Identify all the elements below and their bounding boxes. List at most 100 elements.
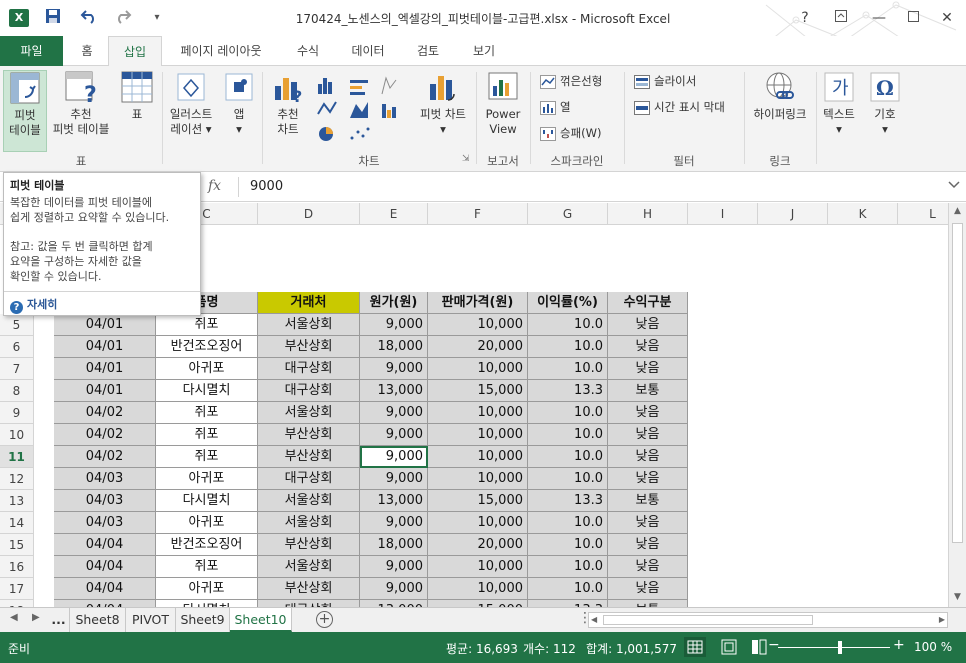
column-header-i[interactable]: I [688, 203, 758, 225]
cell-cost[interactable]: 13,000 [360, 490, 428, 512]
column-header-l[interactable]: L [898, 203, 948, 225]
cell-cost[interactable]: 9,000 [360, 314, 428, 336]
row-header[interactable]: 7 [0, 358, 34, 380]
cell-margin[interactable]: 10.0 [528, 468, 608, 490]
cell-cost[interactable]: 13,000 [360, 600, 428, 607]
table-button[interactable]: 표 [116, 70, 158, 152]
tab-page-layout[interactable]: 페이지 레이아웃 [168, 36, 274, 66]
cell-price[interactable]: 10,000 [428, 314, 528, 336]
recommended-charts-button[interactable]: ? 추천 차트 [266, 70, 310, 152]
apps-button[interactable]: 앱 ▾ [220, 70, 258, 152]
cell-cost[interactable]: 9,000 [360, 358, 428, 380]
scroll-down-icon[interactable]: ▼ [949, 589, 966, 606]
cell-price[interactable]: 15,000 [428, 600, 528, 607]
header-cell-vendor[interactable]: 거래처 [258, 292, 360, 314]
cell-cost[interactable]: 13,000 [360, 380, 428, 402]
power-view-button[interactable]: Power View [480, 70, 526, 152]
cell-vendor[interactable]: 부산상회 [258, 578, 360, 600]
cell-class[interactable]: 낮음 [608, 468, 688, 490]
insert-function-icon[interactable]: fx [208, 178, 221, 194]
cell-vendor[interactable]: 부산상회 [258, 424, 360, 446]
cell-margin[interactable]: 10.0 [528, 314, 608, 336]
cell-price[interactable]: 20,000 [428, 534, 528, 556]
header-cell-class[interactable]: 수익구분 [608, 292, 688, 314]
illustrations-button[interactable]: 일러스트 레이션 ▾ [164, 70, 218, 152]
column-header-f[interactable]: F [428, 203, 528, 225]
page-layout-view-icon[interactable] [718, 637, 740, 657]
row-header[interactable]: 14 [0, 512, 34, 534]
cell-item[interactable]: 반건조오징어 [156, 336, 258, 358]
cell-item[interactable]: 아귀포 [156, 578, 258, 600]
cell-class[interactable]: 낮음 [608, 512, 688, 534]
cell-cost[interactable]: 18,000 [360, 336, 428, 358]
tab-home[interactable]: 홈 [67, 36, 107, 66]
cell-price[interactable]: 10,000 [428, 468, 528, 490]
sheet-tab-sheet10[interactable]: Sheet10 [230, 608, 292, 632]
cell-margin[interactable]: 10.0 [528, 336, 608, 358]
cell-vendor[interactable]: 대구상회 [258, 468, 360, 490]
minimize-button[interactable]: — [864, 6, 894, 30]
scroll-left-icon[interactable]: ◀ [591, 615, 597, 624]
redo-icon[interactable] [112, 8, 134, 28]
cell-item[interactable]: 쥐포 [156, 446, 258, 468]
customize-qat-icon[interactable]: ▾ [146, 8, 168, 28]
cell-vendor[interactable]: 서울상회 [258, 512, 360, 534]
cell-class[interactable]: 낮음 [608, 578, 688, 600]
row-header[interactable]: 10 [0, 424, 34, 446]
cell-class[interactable]: 낮음 [608, 358, 688, 380]
sheet-tab-sheet9[interactable]: Sheet9 [176, 608, 230, 632]
formula-input[interactable]: 9000 [250, 179, 283, 194]
cell-cost[interactable]: 18,000 [360, 534, 428, 556]
cell-date[interactable]: 04/04 [54, 578, 156, 600]
cell-class[interactable]: 보통 [608, 490, 688, 512]
cell-date[interactable]: 04/02 [54, 424, 156, 446]
cell-price[interactable]: 10,000 [428, 424, 528, 446]
cell-class[interactable]: 낮음 [608, 336, 688, 358]
cell-vendor[interactable]: 서울상회 [258, 402, 360, 424]
cell-price[interactable]: 10,000 [428, 358, 528, 380]
cell-item[interactable]: 쥐포 [156, 424, 258, 446]
sparkline-line-button[interactable]: 꺾은선형 [540, 70, 602, 92]
zoom-slider-thumb[interactable] [838, 641, 842, 654]
cell-vendor[interactable]: 대구상회 [258, 380, 360, 402]
cell-margin[interactable]: 10.0 [528, 512, 608, 534]
cell-cost[interactable]: 9,000 [360, 468, 428, 490]
scroll-right-icon[interactable]: ▶ [939, 615, 945, 624]
cell-price[interactable]: 10,000 [428, 556, 528, 578]
column-header-g[interactable]: G [528, 203, 608, 225]
cell-date[interactable]: 04/04 [54, 600, 156, 607]
cell-date[interactable]: 04/03 [54, 490, 156, 512]
row-header[interactable]: 6 [0, 336, 34, 358]
column-header-h[interactable]: H [608, 203, 688, 225]
cell-margin[interactable]: 10.0 [528, 578, 608, 600]
hscroll-thumb[interactable] [603, 615, 813, 625]
cell-item[interactable]: 아귀포 [156, 512, 258, 534]
cell-price[interactable]: 10,000 [428, 578, 528, 600]
undo-icon[interactable] [78, 8, 100, 28]
column-header-j[interactable]: J [758, 203, 828, 225]
sparkline-column-button[interactable]: 열 [540, 96, 571, 118]
ribbon-display-options-icon[interactable] [826, 6, 856, 30]
save-icon[interactable] [42, 8, 64, 28]
cell-vendor[interactable]: 서울상회 [258, 314, 360, 336]
row-header[interactable]: 17 [0, 578, 34, 600]
expand-formula-bar-icon[interactable] [948, 178, 960, 192]
column-header-k[interactable]: K [828, 203, 898, 225]
tab-data[interactable]: 데이터 [340, 36, 396, 66]
cell-item[interactable]: 아귀포 [156, 358, 258, 380]
tab-file[interactable]: 파일 [0, 36, 63, 66]
cell-cost[interactable]: 9,000 [360, 402, 428, 424]
cell-vendor[interactable]: 대구상회 [258, 358, 360, 380]
cell-date[interactable]: 04/03 [54, 512, 156, 534]
normal-view-icon[interactable] [684, 637, 706, 657]
cell-class[interactable]: 낮음 [608, 402, 688, 424]
column-header-d[interactable]: D [258, 203, 360, 225]
cell-date[interactable]: 04/04 [54, 556, 156, 578]
cell-class[interactable]: 낮음 [608, 314, 688, 336]
cell-cost[interactable]: 9,000 [360, 556, 428, 578]
cell-class[interactable]: 낮음 [608, 446, 688, 468]
cell-date[interactable]: 04/04 [54, 534, 156, 556]
cell-item[interactable]: 쥐포 [156, 402, 258, 424]
row-header[interactable]: 15 [0, 534, 34, 556]
maximize-icon[interactable] [898, 6, 928, 30]
